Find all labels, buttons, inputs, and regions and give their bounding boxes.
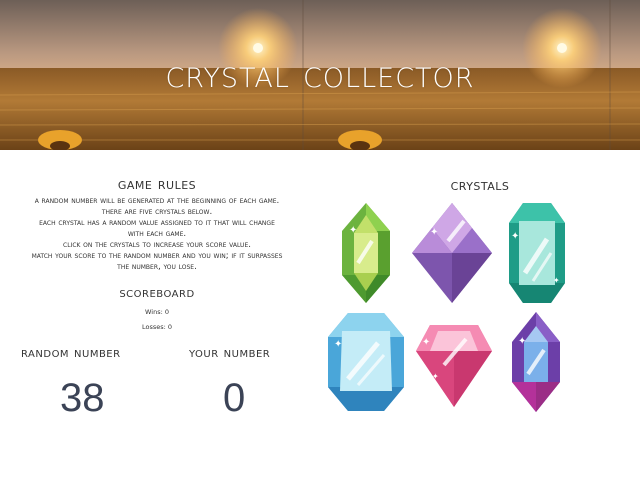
your-number-label: Your Number (189, 345, 271, 361)
wins-count: Wins: 0 (145, 308, 169, 316)
rules-line: Match your score to the random number an… (31, 251, 283, 261)
pink-crystal-button[interactable]: ✦ ✦ (416, 325, 492, 407)
blue-crystal-icon: ✦ (328, 313, 404, 411)
teal-crystal-button[interactable]: ✦ ✦ (509, 203, 565, 303)
svg-text:✦: ✦ (349, 225, 357, 236)
purple-crystal-button[interactable]: ✦ (412, 203, 492, 303)
svg-text:✦: ✦ (511, 231, 519, 242)
svg-text:✦: ✦ (553, 276, 560, 285)
pink-crystal-icon: ✦ ✦ (416, 325, 492, 407)
violet-crystal-button[interactable]: ✦ (512, 312, 560, 412)
scoreboard-heading: Scoreboard (119, 285, 195, 301)
rules-line: Each crystal has a random value assigned… (39, 218, 275, 228)
game-rules-text: A random number will be generated at the… (6, 196, 308, 273)
rules-line: There are five crystals below. (101, 207, 213, 217)
violet-crystal-icon: ✦ (512, 312, 560, 412)
teal-crystal-icon: ✦ ✦ (509, 203, 565, 303)
rules-line: with each game. (127, 229, 187, 239)
crystals-heading: Crystals (450, 175, 510, 194)
random-number-value: 38 (60, 376, 105, 420)
svg-text:✦: ✦ (430, 227, 438, 238)
rules-line: A random number will be generated at the… (34, 196, 280, 206)
losses-count: Losses: 0 (141, 323, 173, 331)
random-number-label: Random Number (21, 345, 121, 361)
rules-line: the number, you lose. (117, 262, 197, 272)
green-crystal-button[interactable]: ✦ (342, 203, 390, 303)
rules-line: Click on the crystals to increase your s… (63, 240, 251, 250)
game-title: Crystal Collector (165, 52, 475, 96)
svg-text:✦: ✦ (334, 339, 342, 350)
blue-crystal-button[interactable]: ✦ (328, 313, 404, 411)
svg-text:✦: ✦ (518, 336, 526, 347)
your-number-value: 0 (223, 376, 246, 420)
green-crystal-icon: ✦ (342, 203, 390, 303)
purple-crystal-icon: ✦ (412, 203, 492, 303)
svg-text:✦: ✦ (432, 372, 439, 381)
svg-text:✦: ✦ (422, 337, 430, 348)
game-rules-heading: Game Rules (117, 174, 197, 193)
